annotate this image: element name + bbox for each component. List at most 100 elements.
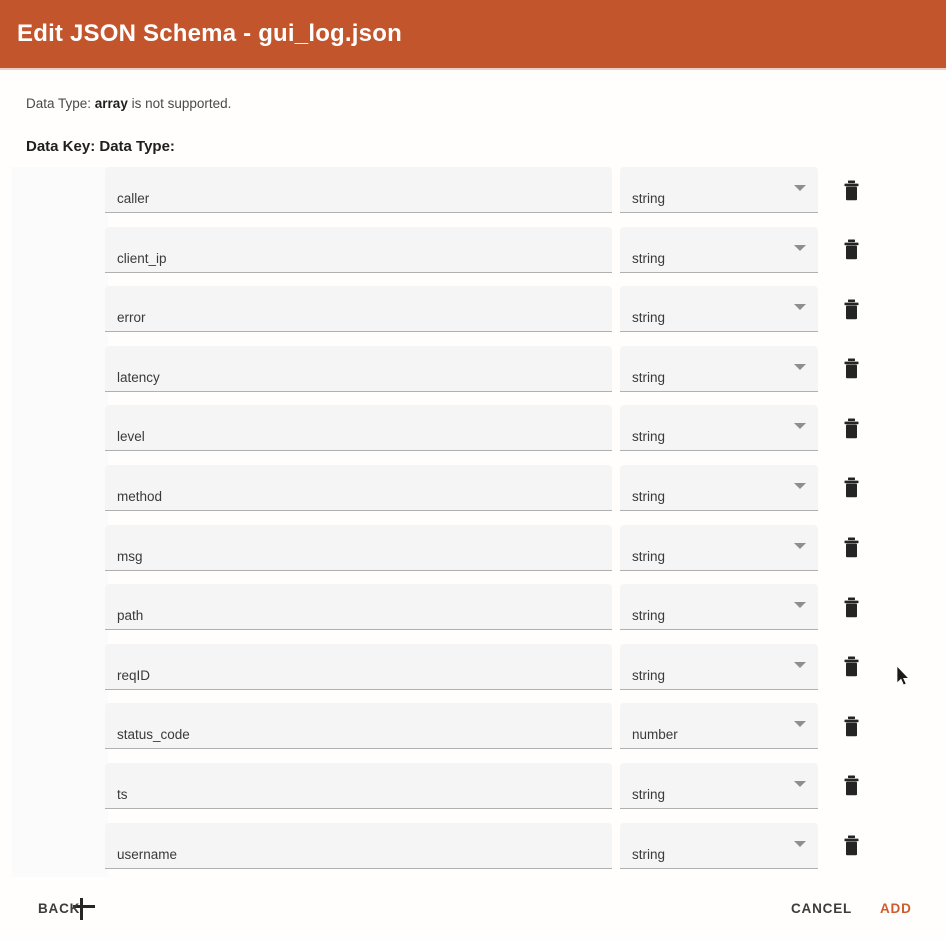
data-key-value: username [117, 846, 178, 862]
data-type-value: string [632, 369, 666, 385]
trash-icon [844, 716, 858, 737]
chevron-down-icon [794, 840, 806, 847]
schema-row: username string [0, 822, 946, 883]
data-key-value: reqID [117, 667, 151, 683]
delete-row-button[interactable] [838, 533, 864, 563]
data-type-value: string [632, 429, 666, 445]
data-key-value: caller [117, 191, 150, 206]
data-type-select[interactable]: string [620, 345, 818, 392]
schema-row: path string [0, 584, 946, 644]
trash-icon [844, 358, 858, 379]
data-type-value: string [632, 548, 666, 564]
trash-icon [844, 299, 858, 319]
data-key-input[interactable]: level [105, 405, 612, 452]
page-title: Edit JSON Schema - gui_log.json [17, 20, 402, 47]
schema-row: msg string [0, 524, 946, 585]
data-type-select[interactable]: string [620, 464, 818, 511]
delete-row-button[interactable] [838, 652, 864, 682]
data-type-select[interactable]: string [620, 584, 818, 631]
chevron-down-icon [794, 304, 806, 311]
data-key-value: error [117, 310, 146, 326]
add-button[interactable]: ADD [872, 895, 920, 922]
data-key-value: latency [117, 369, 160, 385]
data-type-value: string [632, 250, 666, 266]
dialog-footer: BACK CANCEL ADD [0, 895, 946, 940]
trash-icon [844, 537, 858, 558]
delete-row-button[interactable] [838, 771, 864, 801]
delete-row-button[interactable] [838, 235, 864, 265]
data-type-value: string [632, 608, 666, 624]
chevron-down-icon [794, 780, 806, 787]
data-key-value: method [117, 488, 163, 504]
data-key-value: status_code [117, 727, 190, 743]
trash-icon [844, 775, 858, 796]
trash-icon [844, 418, 858, 439]
data-key-value: path [117, 608, 144, 624]
data-key-value: ts [117, 786, 128, 802]
dialog-body: Data Type: array is not supported. Data … [0, 70, 946, 940]
chevron-down-icon [794, 721, 806, 728]
schema-row: error string [0, 286, 946, 346]
data-key-value: client_ip [117, 250, 167, 266]
delete-row-button[interactable] [838, 473, 864, 503]
data-type-value: string [632, 310, 666, 326]
data-key-input[interactable]: caller [105, 167, 612, 213]
data-key-value: level [117, 429, 145, 445]
data-key-input[interactable]: ts [105, 762, 612, 809]
chevron-down-icon [794, 185, 806, 191]
data-type-select[interactable]: string [620, 524, 818, 571]
schema-rows-list: caller string client_ip string error string la… [0, 167, 946, 882]
data-key-input[interactable]: status_code [105, 703, 612, 750]
data-key-input[interactable]: username [105, 822, 612, 869]
schema-row: latency string [0, 345, 946, 406]
data-type-select[interactable]: string [620, 226, 818, 273]
delete-row-button[interactable] [838, 711, 864, 741]
data-type-value: string [632, 846, 666, 862]
chevron-down-icon [794, 423, 806, 430]
data-type-value: string [632, 786, 666, 802]
trash-icon [844, 180, 858, 200]
data-key-input[interactable]: path [105, 584, 612, 631]
schema-row: reqID string [0, 643, 946, 704]
data-type-value: number [632, 727, 678, 743]
delete-row-button[interactable] [838, 354, 864, 384]
trash-icon [844, 239, 858, 260]
data-type-select[interactable]: string [620, 167, 818, 213]
data-type-select[interactable]: string [620, 405, 818, 452]
trash-icon [844, 835, 858, 856]
data-type-select[interactable]: string [620, 822, 818, 869]
data-type-select[interactable]: string [620, 286, 818, 333]
delete-row-button[interactable] [838, 413, 864, 443]
data-key-input[interactable]: latency [105, 345, 612, 392]
data-key-input[interactable]: method [105, 464, 612, 511]
back-button[interactable]: BACK [30, 895, 88, 922]
unsupported-type-notice: Data Type: array is not supported. [26, 96, 231, 112]
chevron-down-icon [794, 602, 806, 609]
chevron-down-icon [794, 482, 806, 489]
data-key-value: msg [117, 548, 143, 564]
schema-row: caller string [0, 167, 946, 227]
data-type-value: string [632, 667, 666, 683]
cancel-button[interactable]: CANCEL [783, 895, 860, 922]
data-type-value: string [632, 191, 666, 206]
chevron-down-icon [794, 542, 806, 549]
delete-row-button[interactable] [838, 294, 864, 324]
data-key-input[interactable]: client_ip [105, 226, 612, 273]
delete-row-button[interactable] [838, 831, 864, 861]
trash-icon [844, 477, 858, 498]
trash-icon [844, 597, 858, 617]
data-type-select[interactable]: string [620, 762, 818, 809]
dialog-title-bar: Edit JSON Schema - gui_log.json [0, 0, 946, 68]
notice-prefix: Data Type: [26, 96, 95, 111]
schema-row: ts string [0, 762, 946, 823]
schema-row: status_code number [0, 703, 946, 763]
delete-row-button[interactable] [838, 175, 864, 205]
data-key-input[interactable]: reqID [105, 643, 612, 690]
data-key-input[interactable]: error [105, 286, 612, 333]
schema-row: client_ip string [0, 226, 946, 287]
delete-row-button[interactable] [838, 592, 864, 622]
data-type-select[interactable]: number [620, 703, 818, 750]
data-type-select[interactable]: string [620, 643, 818, 690]
data-key-input[interactable]: msg [105, 524, 612, 571]
chevron-down-icon [794, 244, 806, 251]
